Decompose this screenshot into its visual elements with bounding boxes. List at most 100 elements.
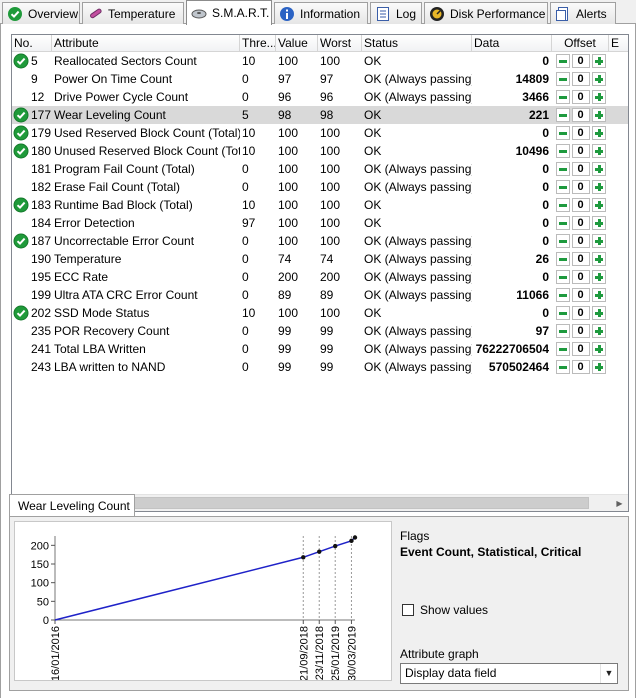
increment-offset-button[interactable] (591, 180, 606, 194)
increment-offset-button[interactable] (591, 54, 606, 68)
increment-offset-button[interactable] (591, 144, 606, 158)
decrement-offset-button[interactable] (555, 342, 570, 356)
offset-value[interactable]: 0 (571, 216, 590, 230)
increment-offset-button[interactable] (591, 360, 606, 374)
increment-offset-button[interactable] (591, 324, 606, 338)
table-row[interactable]: 241 Total LBA Written 0 99 99 OK (Always pass… (12, 340, 628, 358)
offset-value[interactable]: 0 (571, 234, 590, 248)
column-header-value[interactable]: Value (276, 35, 318, 52)
increment-offset-button[interactable] (591, 252, 606, 266)
scroll-right-icon[interactable]: ▶ (611, 495, 628, 511)
decrement-offset-button[interactable] (555, 324, 570, 338)
table-row[interactable]: 184 Error Detection 97 100 100 OK 0 0 (12, 214, 628, 232)
attribute-graph-select[interactable]: Display data field ▼ (400, 663, 618, 684)
increment-offset-button[interactable] (591, 108, 606, 122)
increment-offset-button[interactable] (591, 90, 606, 104)
decrement-offset-button[interactable] (555, 162, 570, 176)
tab-smart[interactable]: S.M.A.R.T. (186, 0, 272, 25)
table-row[interactable]: 190 Temperature 0 74 74 OK (Always passing) 26… (12, 250, 628, 268)
table-row[interactable]: 182 Erase Fail Count (Total) 0 100 100 OK (Al… (12, 178, 628, 196)
offset-value[interactable]: 0 (571, 54, 590, 68)
table-row[interactable]: 235 POR Recovery Count 0 99 99 OK (Always pas… (12, 322, 628, 340)
tab-attribute-detail[interactable]: Wear Leveling Count (9, 494, 135, 517)
offset-value[interactable]: 0 (571, 108, 590, 122)
decrement-offset-button[interactable] (555, 198, 570, 212)
table-row[interactable]: 202 SSD Mode Status 10 100 100 OK 0 0 (12, 304, 628, 322)
chevron-down-icon[interactable]: ▼ (600, 664, 617, 683)
table-row[interactable]: 243 LBA written to NAND 0 99 99 OK (Always pa… (12, 358, 628, 376)
increment-offset-button[interactable] (591, 72, 606, 86)
offset-value[interactable]: 0 (571, 270, 590, 284)
decrement-offset-button[interactable] (555, 216, 570, 230)
increment-offset-button[interactable] (591, 162, 606, 176)
table-row[interactable]: 12 Drive Power Cycle Count 0 96 96 OK (Always… (12, 88, 628, 106)
offset-value[interactable]: 0 (571, 180, 590, 194)
offset-value[interactable]: 0 (571, 126, 590, 140)
decrement-offset-button[interactable] (555, 234, 570, 248)
decrement-offset-button[interactable] (555, 180, 570, 194)
increment-offset-button[interactable] (591, 270, 606, 284)
increment-offset-button[interactable] (591, 234, 606, 248)
x-tick-label: 23/11/2018 (314, 626, 326, 680)
column-header-attribute[interactable]: Attribute (52, 35, 240, 52)
cell-status: OK (Always passing) (364, 162, 472, 176)
decrement-offset-button[interactable] (555, 144, 570, 158)
tab-information[interactable]: Information (274, 2, 368, 24)
column-header-data[interactable]: Data (472, 35, 552, 52)
column-header-threshold[interactable]: Thre... (240, 35, 276, 52)
table-row[interactable]: 5 Reallocated Sectors Count 10 100 100 OK 0 0 (12, 52, 628, 70)
checkbox-box[interactable] (402, 604, 414, 616)
decrement-offset-button[interactable] (555, 252, 570, 266)
offset-value[interactable]: 0 (571, 162, 590, 176)
offset-value[interactable]: 0 (571, 252, 590, 266)
offset-value[interactable]: 0 (571, 90, 590, 104)
tab-alerts[interactable]: Alerts (550, 2, 616, 24)
offset-value[interactable]: 0 (571, 72, 590, 86)
decrement-offset-button[interactable] (555, 360, 570, 374)
offset-value[interactable]: 0 (571, 360, 590, 374)
main-tabbar: Overview Temperature S.M.A.R.T. Informat… (0, 0, 636, 25)
table-row[interactable]: 195 ECC Rate 0 200 200 OK (Always passing) 0 0 (12, 268, 628, 286)
decrement-offset-button[interactable] (555, 54, 570, 68)
table-row[interactable]: 183 Runtime Bad Block (Total) 10 100 100 OK 0 0 (12, 196, 628, 214)
increment-offset-button[interactable] (591, 342, 606, 356)
increment-offset-button[interactable] (591, 216, 606, 230)
column-header-no[interactable]: No. (12, 35, 52, 52)
table-row[interactable]: 9 Power On Time Count 0 97 97 OK (Always pass… (12, 70, 628, 88)
decrement-offset-button[interactable] (555, 270, 570, 284)
table-row[interactable]: 187 Uncorrectable Error Count 0 100 100 OK (A… (12, 232, 628, 250)
decrement-offset-button[interactable] (555, 90, 570, 104)
offset-value[interactable]: 0 (571, 306, 590, 320)
show-values-checkbox[interactable]: Show values (402, 603, 488, 617)
tab-temperature[interactable]: Temperature (82, 2, 184, 24)
table-row[interactable]: 180 Unused Reserved Block Count (Tot... 10… (12, 142, 628, 160)
column-header-status[interactable]: Status (362, 35, 472, 52)
flags-value: Event Count, Statistical, Critical (400, 545, 582, 559)
offset-value[interactable]: 0 (571, 198, 590, 212)
offset-value[interactable]: 0 (571, 144, 590, 158)
decrement-offset-button[interactable] (555, 72, 570, 86)
decrement-offset-button[interactable] (555, 108, 570, 122)
increment-offset-button[interactable] (591, 198, 606, 212)
table-row[interactable]: 199 Ultra ATA CRC Error Count 0 89 89 OK (Alw… (12, 286, 628, 304)
offset-value[interactable]: 0 (571, 342, 590, 356)
column-header-offset[interactable]: Offset (552, 35, 609, 52)
column-header-worst[interactable]: Worst (318, 35, 362, 52)
decrement-offset-button[interactable] (555, 126, 570, 140)
table-row[interactable]: 181 Program Fail Count (Total) 0 100 100 OK (… (12, 160, 628, 178)
decrement-offset-button[interactable] (555, 288, 570, 302)
offset-value[interactable]: 0 (571, 288, 590, 302)
table-row[interactable]: 179 Used Reserved Block Count (Total) 10 10… (12, 124, 628, 142)
attribute-id: 183 (31, 198, 52, 212)
cell-no: 195 (12, 268, 52, 286)
tab-overview[interactable]: Overview (2, 2, 80, 24)
column-header-e[interactable]: E (609, 35, 628, 52)
tab-log[interactable]: Log (370, 2, 422, 24)
decrement-offset-button[interactable] (555, 306, 570, 320)
increment-offset-button[interactable] (591, 288, 606, 302)
increment-offset-button[interactable] (591, 306, 606, 320)
tab-disk-performance[interactable]: Disk Performance (424, 2, 548, 24)
increment-offset-button[interactable] (591, 126, 606, 140)
offset-value[interactable]: 0 (571, 324, 590, 338)
table-row[interactable]: 177 Wear Leveling Count 5 98 98 OK 221 0 (12, 106, 628, 124)
